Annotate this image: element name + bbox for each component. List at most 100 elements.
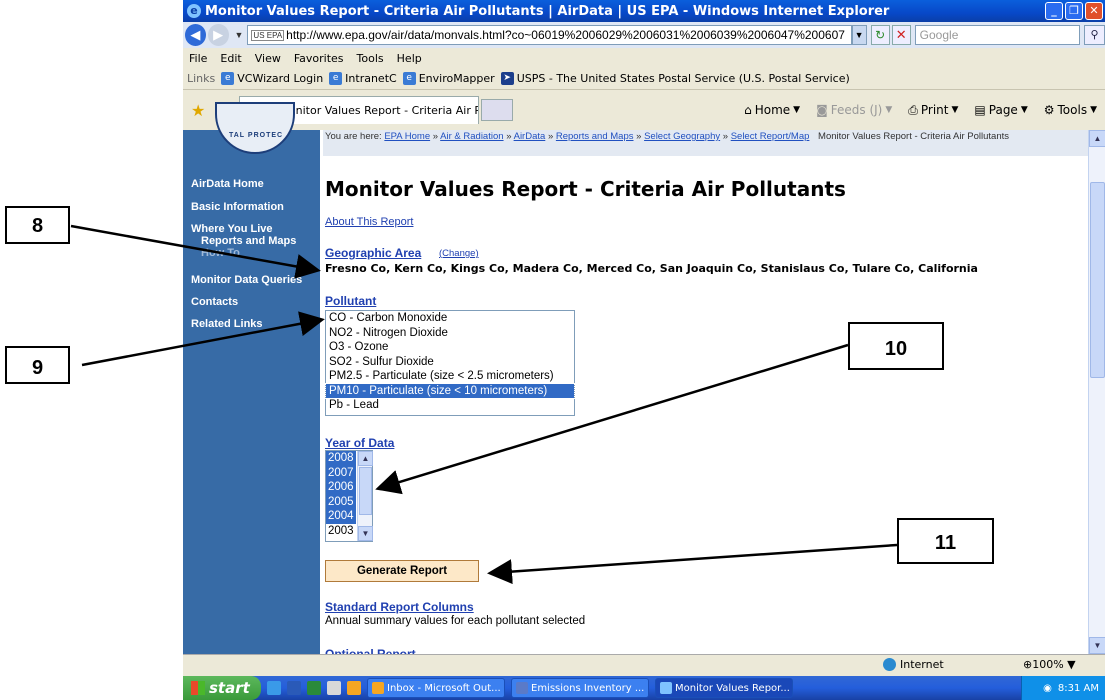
menu-help[interactable]: Help	[397, 52, 422, 65]
refresh-icon[interactable]: ↻	[870, 25, 890, 45]
year-option-selected[interactable]: 2004	[326, 509, 356, 524]
year-option-selected[interactable]: 2005	[326, 494, 356, 509]
history-dropdown-icon[interactable]: ▼	[235, 30, 244, 40]
maximize-button[interactable]: ❐	[1065, 2, 1083, 20]
sidebar-item-monitor-queries[interactable]: Monitor Data Queries	[191, 274, 302, 287]
generate-report-button[interactable]: Generate Report	[325, 560, 479, 582]
optional-columns-heading[interactable]: Optional Report Columns	[325, 644, 465, 654]
ie-quicklaunch-icon[interactable]	[267, 681, 281, 695]
sidebar-item-basic-info[interactable]: Basic Information	[191, 201, 284, 214]
search-icon[interactable]: ⚲	[1084, 25, 1105, 45]
task-inbox[interactable]: Inbox - Microsoft Out...	[367, 678, 505, 698]
change-geography-link[interactable]: (Change)	[439, 248, 479, 259]
pollutant-option[interactable]: NO2 - Nitrogen Dioxide	[326, 326, 574, 341]
search-input[interactable]: Google	[914, 25, 1081, 45]
breadcrumb-air-radiation[interactable]: Air & Radiation	[440, 131, 503, 142]
scroll-down-icon[interactable]: ▼	[1089, 637, 1105, 654]
sidebar-item-contacts[interactable]: Contacts	[191, 296, 238, 309]
sidebar-item-airdata-home[interactable]: AirData Home	[191, 178, 264, 191]
system-tray: ◉ 8:31 AM	[1021, 676, 1105, 700]
breadcrumb-sep: »	[722, 131, 729, 142]
page-scrollbar[interactable]: ▲ ▼	[1088, 130, 1105, 654]
start-button[interactable]: start	[183, 676, 261, 700]
back-button[interactable]: ◀	[185, 24, 206, 46]
new-tab-button[interactable]	[481, 99, 514, 121]
link-vcwizard[interactable]: e VCWizard Login	[221, 72, 323, 85]
minimize-button[interactable]: _	[1045, 2, 1063, 20]
forward-button[interactable]: ▶	[207, 24, 229, 46]
page-title: Monitor Values Report - Criteria Air Pol…	[325, 177, 846, 201]
sidebar-item-related-links[interactable]: Related Links	[191, 318, 263, 331]
menu-file[interactable]: File	[189, 52, 207, 65]
standard-columns-heading[interactable]: Standard Report Columns	[325, 600, 474, 614]
menu-view[interactable]: View	[255, 52, 281, 65]
zone-label: Internet	[900, 658, 944, 671]
task-emissions[interactable]: Emissions Inventory ...	[511, 678, 649, 698]
ie-page-icon: e	[402, 72, 416, 85]
zoom-level[interactable]: ⊕100% ▼	[1023, 658, 1076, 671]
year-option-selected[interactable]: 2008	[326, 451, 356, 466]
address-row: ◀ ▶ ▼ US EPA http://www.epa.gov/air/data…	[183, 22, 1105, 48]
breadcrumb-sep: »	[506, 131, 512, 142]
about-report-link[interactable]: About This Report	[325, 216, 413, 228]
windows-flag-icon	[191, 681, 205, 695]
links-bar: Links e VCWizard Login e IntranetC e Enviro…	[183, 68, 1105, 90]
geographic-region-text: Fresno Co, Kern Co, Kings Co, Madera Co,…	[325, 262, 978, 275]
breadcrumb-epa-home[interactable]: EPA Home	[384, 131, 430, 142]
year-listbox[interactable]: 2008 2007 2006 2005 2004 2003 ▲ ▼	[325, 450, 373, 542]
links-label: Links	[187, 72, 216, 85]
favorites-star-icon[interactable]: ★	[191, 101, 205, 120]
scroll-thumb[interactable]	[359, 467, 372, 515]
year-option[interactable]: 2003	[326, 524, 356, 539]
breadcrumb-prefix: You are here:	[325, 131, 382, 142]
globe-icon	[883, 658, 896, 671]
geographic-area-heading[interactable]: Geographic Area	[325, 246, 421, 260]
feeds-button[interactable]: ◙ Feeds (J) ▼	[816, 103, 892, 117]
menu-edit[interactable]: Edit	[220, 52, 241, 65]
breadcrumb-reports-maps[interactable]: Reports and Maps	[556, 131, 634, 142]
pollutant-option[interactable]: O3 - Ozone	[326, 340, 574, 355]
tools-button[interactable]: ⚙ Tools ▼	[1044, 103, 1097, 117]
tray-network-icon[interactable]: ◉	[1043, 683, 1052, 694]
home-button[interactable]: ⌂ Home ▼	[744, 103, 800, 117]
menu-tools[interactable]: Tools	[357, 52, 384, 65]
word-quicklaunch-icon[interactable]	[287, 681, 301, 695]
breadcrumb-airdata[interactable]: AirData	[514, 131, 546, 142]
scroll-up-icon[interactable]: ▲	[1089, 130, 1105, 147]
pollutant-heading[interactable]: Pollutant	[325, 294, 376, 308]
scroll-thumb[interactable]	[1090, 182, 1105, 378]
scroll-down-icon[interactable]: ▼	[358, 526, 373, 541]
task-monitor-values[interactable]: Monitor Values Repor...	[655, 678, 793, 698]
print-button[interactable]: ⎙ Print ▼	[908, 103, 958, 118]
breadcrumb-sep: »	[547, 131, 554, 142]
year-option-selected[interactable]: 2007	[326, 465, 356, 480]
pollutant-listbox[interactable]: CO - Carbon Monoxide NO2 - Nitrogen Diox…	[325, 310, 575, 416]
breadcrumb-select-geography[interactable]: Select Geography	[644, 131, 720, 142]
pollutant-option-selected[interactable]: PM10 - Particulate (size < 10 micrometer…	[325, 382, 575, 399]
scroll-up-icon[interactable]: ▲	[358, 451, 373, 466]
link-intranetc[interactable]: e IntranetC	[329, 72, 397, 85]
tab-title: Monitor Values Report - Criteria Air Pol…	[279, 104, 478, 117]
pollutant-option[interactable]: Pb - Lead	[326, 398, 574, 413]
close-button[interactable]: ✕	[1085, 2, 1103, 20]
notepad-quicklaunch-icon[interactable]	[327, 681, 341, 695]
link-enviromapper[interactable]: e EnviroMapper	[402, 72, 495, 85]
menu-favorites[interactable]: Favorites	[294, 52, 344, 65]
pollutant-option[interactable]: PM2.5 - Particulate (size < 2.5 micromet…	[326, 369, 574, 384]
stop-icon[interactable]: ✕	[891, 25, 911, 45]
usps-eagle-icon: ➤	[500, 72, 514, 85]
clock: 8:31 AM	[1057, 682, 1099, 694]
sidebar-item-how-to[interactable]: How To	[201, 247, 240, 260]
pollutant-option[interactable]: CO - Carbon Monoxide	[326, 311, 574, 326]
pollutant-option[interactable]: SO2 - Sulfur Dioxide	[326, 355, 574, 370]
address-dropdown-icon[interactable]: ▼	[851, 25, 867, 45]
year-option-selected[interactable]: 2006	[326, 480, 356, 495]
year-heading[interactable]: Year of Data	[325, 436, 394, 450]
breadcrumb-select-report[interactable]: Select Report/Map	[731, 131, 810, 142]
outlook-quicklaunch-icon[interactable]	[347, 681, 361, 695]
address-field[interactable]: US EPA http://www.epa.gov/air/data/monva…	[247, 25, 852, 45]
excel-quicklaunch-icon[interactable]	[307, 681, 321, 695]
link-usps[interactable]: ➤ USPS - The United States Postal Service…	[500, 72, 850, 85]
year-scrollbar[interactable]: ▲ ▼	[357, 451, 373, 541]
page-button[interactable]: ▤ Page ▼	[974, 103, 1027, 117]
